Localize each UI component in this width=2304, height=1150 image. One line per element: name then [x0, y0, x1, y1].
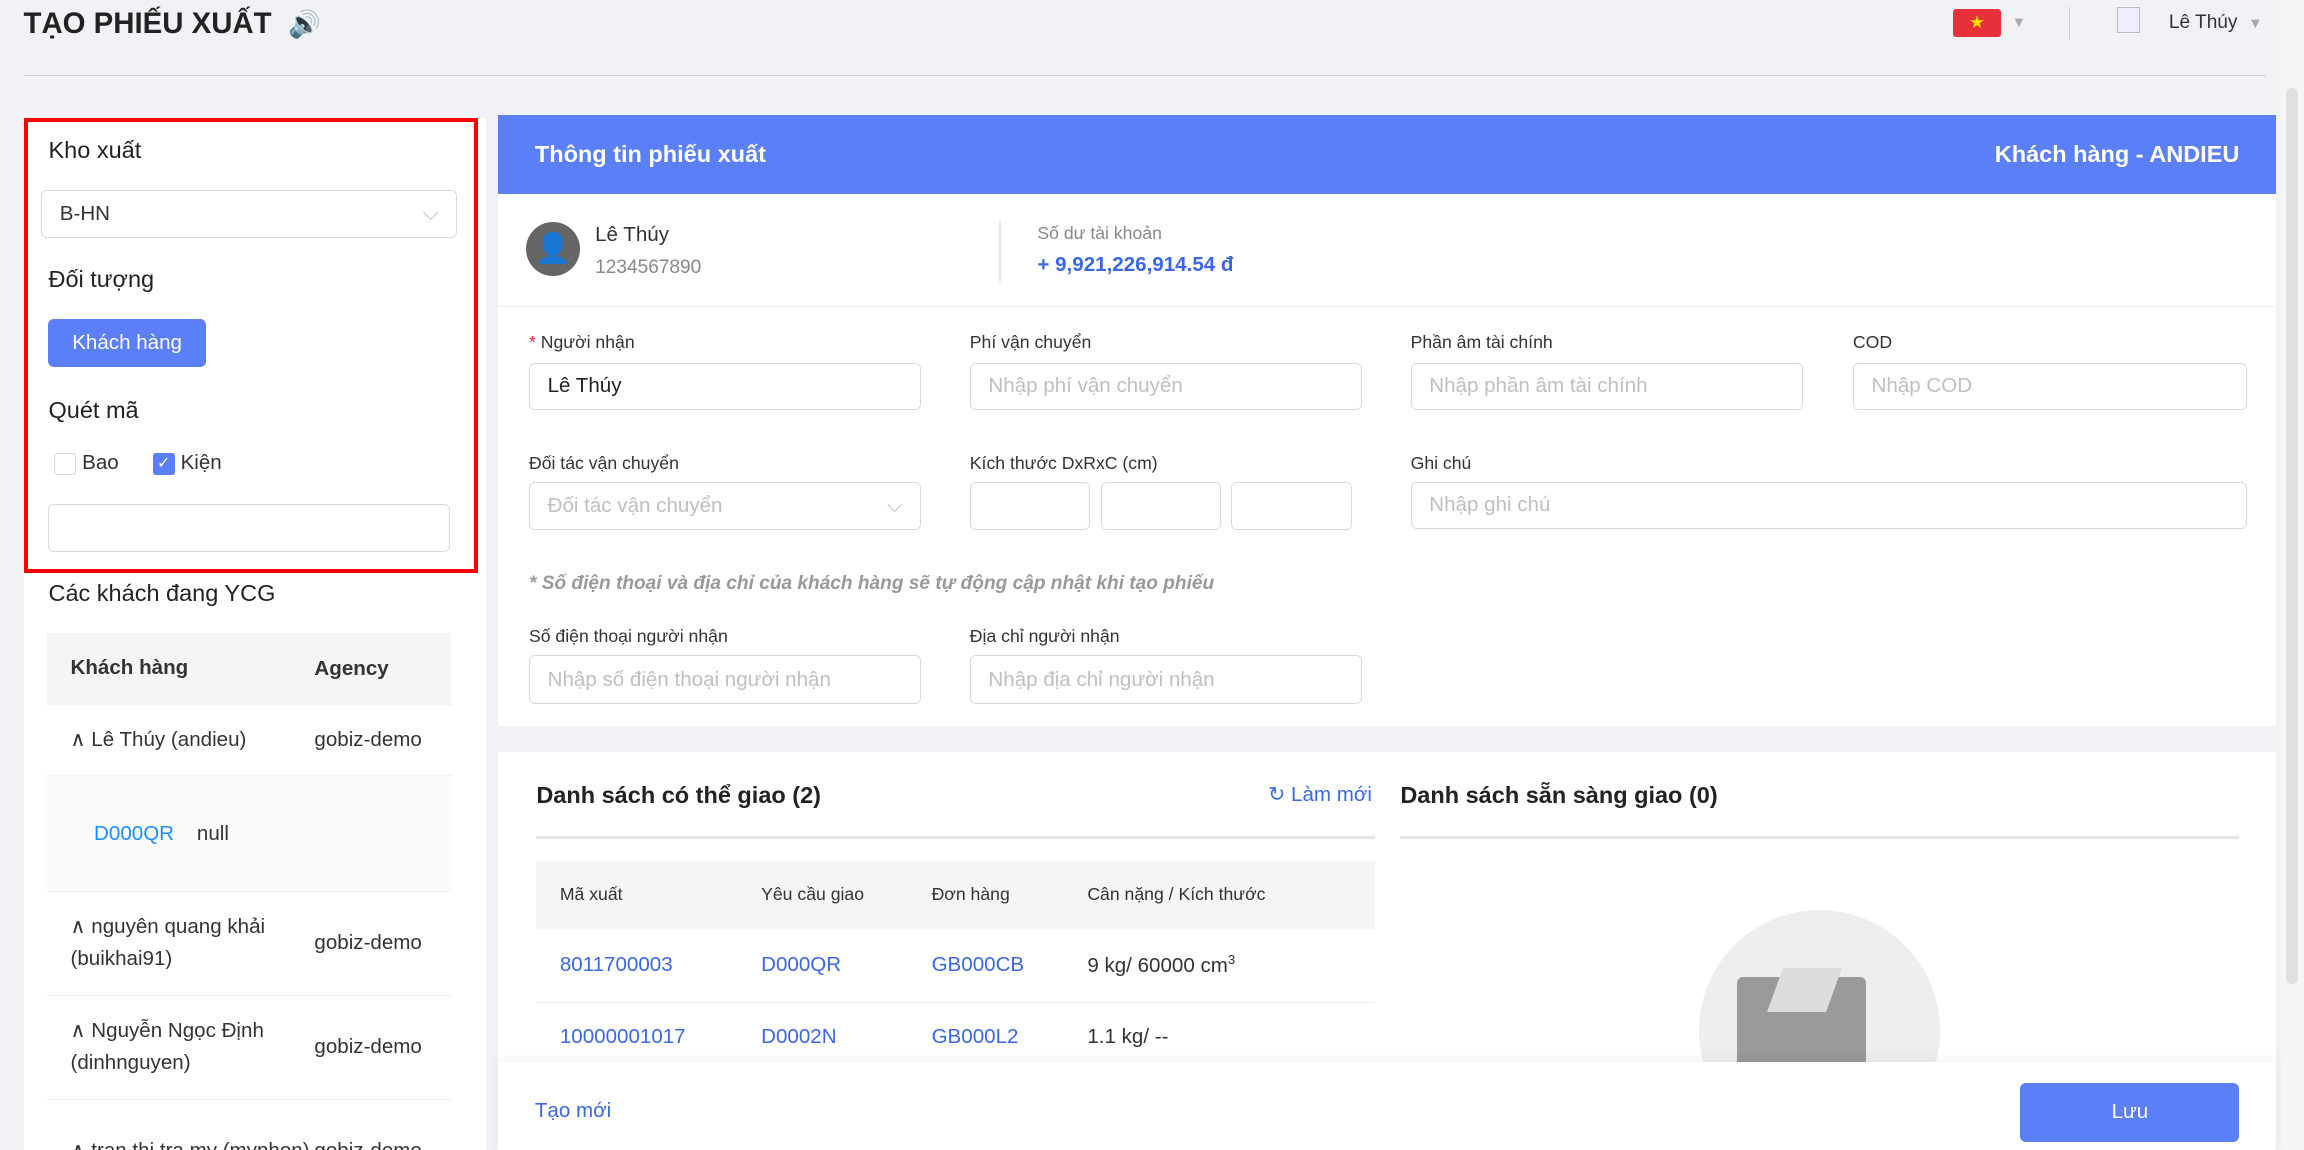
- phone-input[interactable]: Nhập số điện thoại người nhận: [529, 655, 921, 703]
- receiver-input[interactable]: Lê Thúy: [529, 363, 921, 410]
- agency: gobiz-demo: [314, 1035, 451, 1059]
- customers-table: Khách hàngAgency ∧ Lê Thúy (andieu)gobiz…: [47, 633, 451, 1150]
- sub-value: null: [197, 822, 229, 845]
- footer-bar: Tạo mới Lưu: [498, 1062, 2276, 1150]
- order-link[interactable]: GB000L2: [932, 1025, 1088, 1049]
- sub-row: D000QR null: [47, 776, 451, 892]
- divider: [498, 306, 2276, 307]
- cod-label: COD: [1853, 332, 1892, 353]
- panel-title: Thông tin phiếu xuất: [535, 141, 766, 168]
- refresh-button[interactable]: ↻ Làm mới: [1268, 782, 1372, 807]
- balance-value: + 9,921,226,914.54 đ: [1037, 253, 1233, 277]
- table-header: Mã xuất Yêu cầu giao Đơn hàng Cân nặng /…: [536, 861, 1375, 929]
- col-header: Yêu cầu giao: [761, 884, 931, 905]
- divider: [536, 836, 1375, 839]
- note-label: Ghi chú: [1411, 453, 1472, 474]
- export-code-link[interactable]: 8011700003: [536, 953, 761, 977]
- chevron-down-icon[interactable]: ▼: [2012, 15, 2027, 31]
- size-label: Kích thước DxRxC (cm): [970, 453, 1158, 474]
- request-link[interactable]: D000QR: [761, 953, 931, 977]
- cod-input[interactable]: Nhập COD: [1853, 363, 2247, 410]
- partner-placeholder: Đối tác vận chuyển: [548, 494, 723, 518]
- col-header: Cân nặng / Kích thước: [1087, 884, 1265, 905]
- receiver-label: * Người nhận: [529, 332, 635, 353]
- col-header: Khách hàng: [47, 652, 314, 684]
- refresh-icon: ↻: [1268, 783, 1285, 806]
- customer-prefix: Khách hàng -: [1995, 141, 2144, 167]
- scrollbar-thumb[interactable]: [2286, 88, 2298, 984]
- agency: gobiz-demo: [314, 931, 451, 955]
- speaker-icon[interactable]: 🔊: [288, 9, 321, 40]
- chevron-down-icon: ⌵: [887, 494, 903, 518]
- address-input[interactable]: Nhập địa chỉ người nhận: [970, 655, 1362, 703]
- partner-select[interactable]: Đối tác vận chuyển ⌵: [529, 482, 921, 530]
- phone-label: Số điện thoại người nhận: [529, 626, 728, 647]
- customer-name: nguyên quang khải (buikhai91): [71, 915, 266, 970]
- shipping-fee-label: Phí vận chuyển: [970, 332, 1092, 353]
- request-link[interactable]: D0002N: [761, 1025, 931, 1049]
- divider: [999, 220, 1000, 282]
- customers-title: Các khách đang YCG: [48, 580, 275, 607]
- create-new-link[interactable]: Tạo mới: [535, 1099, 611, 1123]
- customer-name: tran thi tra my (mynhon): [91, 1139, 309, 1150]
- col-header: Mã xuất: [536, 884, 761, 905]
- table-row[interactable]: ∧ Lê Thúy (andieu)gobiz-demo: [47, 705, 451, 777]
- agency: gobiz-demo: [314, 1139, 451, 1150]
- vietnam-flag-icon[interactable]: ★: [1953, 9, 2001, 37]
- customer-name: Lê Thúy: [595, 223, 669, 247]
- info-panel: 👤 Lê Thúy 1234567890 Số dư tài khoản + 9…: [498, 194, 2276, 726]
- weight: 9 kg/ 60000 cm3: [1087, 952, 1235, 978]
- col-header: Agency: [314, 657, 451, 681]
- partner-label: Đối tác vận chuyển: [529, 453, 679, 474]
- order-link[interactable]: GB000CB: [932, 953, 1088, 977]
- finance-input[interactable]: Nhập phần âm tài chính: [1411, 363, 1803, 410]
- ready-list-title: Danh sách sẵn sàng giao (0): [1400, 782, 1717, 809]
- highlight-box: [24, 118, 478, 574]
- width-input[interactable]: [1101, 482, 1221, 530]
- divider: [1400, 836, 2239, 839]
- customer-code: ANDIEU: [2149, 141, 2239, 167]
- panel-header: Thông tin phiếu xuất Khách hàng - ANDIEU: [498, 115, 2276, 194]
- request-link[interactable]: D000QR: [94, 822, 174, 845]
- customer-phone: 1234567890: [595, 257, 701, 279]
- table-row[interactable]: ∧ nguyên quang khải (buikhai91)gobiz-dem…: [47, 892, 451, 996]
- length-input[interactable]: [970, 482, 1090, 530]
- table-row: 8011700003 D000QR GB000CB 9 kg/ 60000 cm…: [536, 929, 1375, 1003]
- agency: gobiz-demo: [314, 728, 451, 752]
- customer-name: Lê Thúy (andieu): [91, 728, 246, 751]
- page: TẠO PHIẾU XUẤT 🔊 ★ ▼ Lê Thúy ▼ Kho xuất …: [0, 0, 2304, 1150]
- available-table: Mã xuất Yêu cầu giao Đơn hàng Cân nặng /…: [536, 861, 1375, 1071]
- save-button[interactable]: Lưu: [2020, 1083, 2239, 1142]
- user-menu[interactable]: Lê Thúy: [2169, 12, 2238, 34]
- table-header: Khách hàngAgency: [47, 633, 451, 705]
- shipping-fee-input[interactable]: Nhập phí vận chuyển: [970, 363, 1362, 410]
- table-row[interactable]: ∧ Nguyễn Ngọc Định (dinhnguyen)gobiz-dem…: [47, 996, 451, 1100]
- available-list-title: Danh sách có thể giao (2): [536, 782, 821, 809]
- height-input[interactable]: [1231, 482, 1351, 530]
- finance-label: Phần âm tài chính: [1411, 332, 1553, 353]
- export-code-link[interactable]: 10000001017: [536, 1025, 761, 1049]
- page-title: TẠO PHIẾU XUẤT: [24, 7, 272, 41]
- balance-label: Số dư tài khoản: [1037, 223, 1162, 244]
- col-header: Đơn hàng: [932, 884, 1088, 905]
- avatar: [2117, 7, 2140, 33]
- refresh-label: Làm mới: [1291, 783, 1372, 806]
- notice-text: * Số điện thoại và địa chỉ của khách hàn…: [529, 573, 1214, 595]
- table-row: 10000001017 D0002N GB000L2 1.1 kg/ --: [536, 1003, 1375, 1071]
- divider: [24, 75, 2266, 76]
- chevron-down-icon[interactable]: ▼: [2248, 16, 2263, 32]
- address-label: Địa chỉ người nhận: [970, 626, 1120, 647]
- table-row[interactable]: ∧ tran thi tra my (mynhon)gobiz-demo: [47, 1100, 451, 1150]
- customer-name: Nguyễn Ngọc Định (dinhnguyen): [71, 1019, 264, 1074]
- divider: [2069, 7, 2070, 39]
- user-avatar-icon: 👤: [526, 222, 580, 276]
- scrollbar[interactable]: [2281, 0, 2304, 1150]
- weight: 1.1 kg/ --: [1087, 1025, 1168, 1049]
- note-textarea[interactable]: Nhập ghi chú: [1411, 482, 2247, 529]
- customer-info: Khách hàng - ANDIEU: [1995, 141, 2240, 168]
